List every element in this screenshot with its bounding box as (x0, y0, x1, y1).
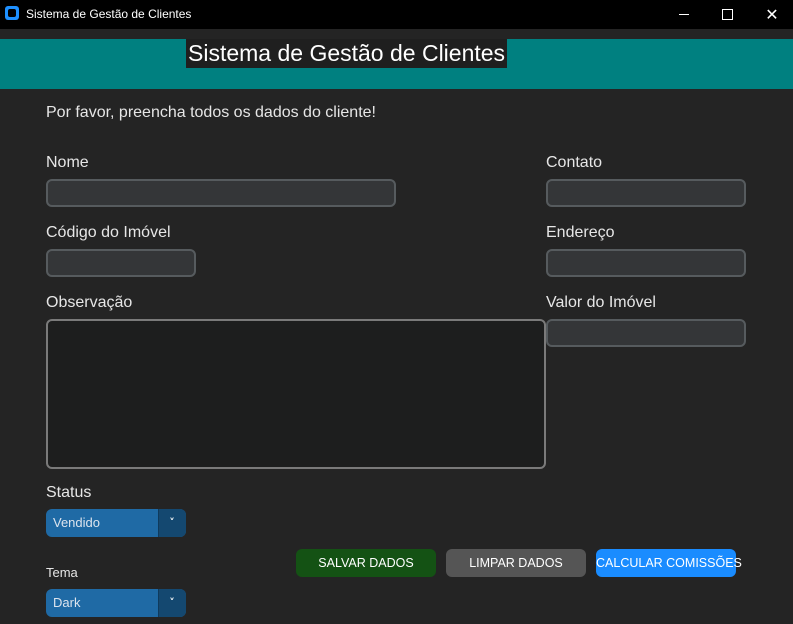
window-title: Sistema de Gestão de Clientes (26, 7, 192, 21)
minimize-icon (679, 14, 689, 15)
observacao-textarea[interactable] (46, 319, 546, 469)
status-dropdown[interactable]: Vendido ˅ (46, 509, 186, 537)
nome-label: Nome (46, 154, 89, 171)
maximize-button[interactable] (704, 0, 750, 29)
limpar-dados-button[interactable]: LIMPAR DADOS (446, 549, 586, 577)
salvar-dados-button[interactable]: SALVAR DADOS (296, 549, 436, 577)
maximize-icon (721, 9, 733, 20)
valor-imovel-input[interactable] (546, 319, 746, 347)
chevron-down-icon[interactable]: ˅ (158, 509, 186, 537)
valor-imovel-label: Valor do Imóvel (546, 294, 656, 311)
observacao-label: Observação (46, 294, 133, 311)
calcular-comissoes-button[interactable]: CALCULAR COMISSÕES (596, 549, 742, 577)
close-icon: ✕ (765, 5, 779, 24)
tema-dropdown[interactable]: Dark ˅ (46, 589, 186, 617)
status-selected-value: Vendido (53, 515, 100, 530)
codigo-imovel-label: Código do Imóvel (46, 224, 171, 241)
chevron-down-icon[interactable]: ˅ (158, 589, 186, 617)
contato-label: Contato (546, 154, 603, 171)
close-button[interactable]: ✕ (749, 0, 793, 29)
page-title: Sistema de Gestão de Clientes (186, 39, 508, 68)
endereco-label: Endereço (546, 224, 615, 241)
endereco-input[interactable] (546, 249, 746, 277)
minimize-button[interactable] (661, 0, 707, 29)
window-titlebar: Sistema de Gestão de Clientes ✕ (0, 0, 793, 29)
status-label: Status (46, 484, 92, 501)
nome-input[interactable] (46, 179, 396, 207)
instruction-text: Por favor, preencha todos os dados do cl… (46, 104, 376, 121)
codigo-imovel-input[interactable] (46, 249, 196, 277)
tema-selected-value: Dark (53, 595, 81, 610)
tema-label: Tema (46, 565, 78, 580)
app-icon (5, 6, 19, 20)
contato-input[interactable] (546, 179, 746, 207)
